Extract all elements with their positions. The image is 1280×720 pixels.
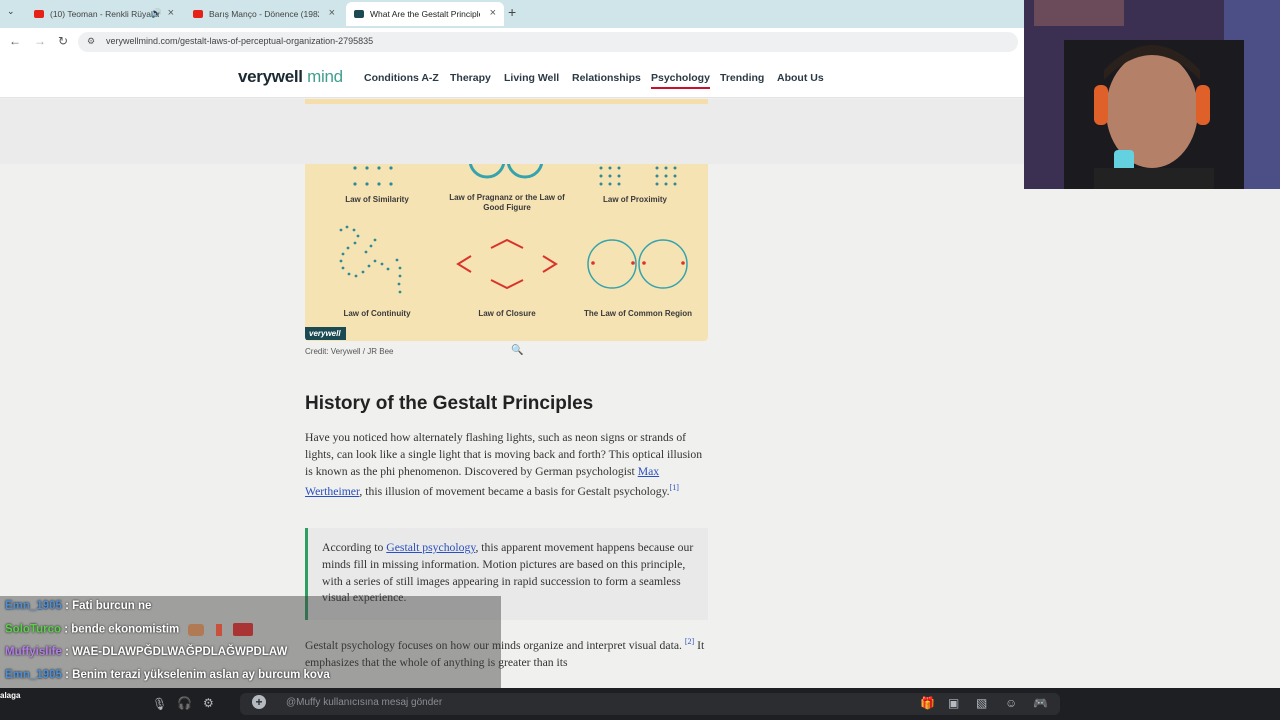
- chat-message: SoloTurco : bende ekonomistim: [5, 623, 253, 636]
- emoji-icon[interactable]: ☺: [1005, 696, 1017, 710]
- sticker-icon[interactable]: ▧: [976, 696, 987, 710]
- chat-username: Emn_1905: [5, 669, 62, 681]
- tab-baris-manco[interactable]: Barış Manço - Dönence (1982 ×: [185, 2, 343, 26]
- site-info-icon[interactable]: ⚙: [87, 36, 95, 47]
- nav-about-us[interactable]: About Us: [777, 72, 824, 84]
- law-similarity-label: Law of Similarity: [345, 195, 409, 204]
- law-closure-label: Law of Closure: [478, 309, 536, 318]
- activities-icon[interactable]: 🎮: [1033, 696, 1048, 710]
- youtube-icon: [193, 10, 203, 18]
- browser-tab-bar: ⌄ (10) Teoman - Renkli Rüyalar 🔊 × Barış…: [0, 0, 1024, 28]
- webcam-image: [1024, 0, 1280, 189]
- law-continuity-label: Law of Continuity: [343, 309, 411, 318]
- article-paragraph-1: Have you noticed how alternately flashin…: [305, 430, 710, 501]
- citation-1[interactable]: [1]: [670, 483, 679, 492]
- user-label: alaga: [0, 691, 21, 700]
- callout-text-a: According to: [322, 541, 387, 554]
- chat-text: Fati burcun ne: [72, 600, 152, 612]
- chat-text: bende ekonomistim: [71, 623, 180, 636]
- chat-username: Emn_1905: [5, 600, 62, 612]
- speaker-icon[interactable]: 🔊: [151, 8, 162, 19]
- nav-relationships[interactable]: Relationships: [572, 72, 641, 84]
- tab-search-icon[interactable]: ⌄: [7, 6, 15, 17]
- site-header: verywell mind Conditions A-Z Therapy Liv…: [0, 56, 1024, 98]
- emote-icon: [188, 623, 205, 636]
- url-text: verywellmind.com/gestalt-laws-of-percept…: [106, 36, 374, 46]
- new-tab-button[interactable]: +: [508, 4, 516, 20]
- tab-gestalt[interactable]: What Are the Gestalt Principles ×: [346, 2, 504, 26]
- chat-separator: :: [61, 669, 73, 681]
- settings-gear-icon[interactable]: ⚙: [203, 696, 214, 710]
- closure-shape: [456, 238, 558, 290]
- logo-accent: mind: [307, 67, 343, 86]
- emote-icon: [215, 623, 222, 636]
- zoom-cursor-icon: 🔍: [511, 345, 524, 356]
- image-credit: Credit: Verywell / JR Bee: [305, 347, 394, 356]
- chat-text: Benim terazi yükselenim aslan ay burcum …: [72, 669, 330, 681]
- chat-separator: :: [61, 646, 73, 658]
- emote-icon: [232, 623, 253, 636]
- similarity-dots: [353, 166, 393, 186]
- nav-psychology[interactable]: Psychology: [651, 72, 710, 89]
- youtube-icon: [34, 10, 44, 18]
- pragnanz-circles: [468, 164, 544, 179]
- url-input[interactable]: ⚙ verywellmind.com/gestalt-laws-of-perce…: [78, 32, 1018, 52]
- tab-title: (10) Teoman - Renkli Rüyalar: [50, 9, 160, 19]
- tab-title: What Are the Gestalt Principles: [370, 9, 480, 19]
- nav-conditions[interactable]: Conditions A-Z: [364, 72, 439, 84]
- chat-username: SoloTurco: [5, 623, 62, 636]
- tab-title: Barış Manço - Dönence (1982: [209, 9, 319, 19]
- logo-main: verywell: [238, 67, 303, 86]
- message-placeholder: @Muffy kullanıcısına mesaj gönder: [286, 697, 443, 708]
- close-icon[interactable]: ×: [168, 7, 174, 19]
- chat-username: Muffyislife: [5, 646, 62, 658]
- gift-icon[interactable]: 🎁: [920, 696, 935, 710]
- webcam-overlay: [1024, 0, 1280, 189]
- close-icon[interactable]: ×: [329, 7, 335, 19]
- back-icon[interactable]: ←: [9, 34, 21, 48]
- nav-therapy[interactable]: Therapy: [450, 72, 491, 84]
- law-proximity-label: Law of Proximity: [602, 195, 667, 204]
- address-bar-row: ← → ↻ ⚙ verywellmind.com/gestalt-laws-of…: [0, 28, 1024, 56]
- common-region-shapes: [587, 239, 688, 289]
- p1-text-b: , this illusion of movement became a bas…: [359, 485, 670, 499]
- site-logo[interactable]: verywell mind: [238, 67, 343, 87]
- verywell-favicon-icon: [354, 10, 364, 18]
- citation-2[interactable]: [2]: [685, 637, 694, 646]
- reload-icon[interactable]: ↻: [58, 34, 68, 48]
- law-pragnanz-label: Law of Pragnanz or the Law of Good Figur…: [449, 193, 565, 212]
- brand-tag: verywell: [305, 327, 346, 340]
- chat-message: Muffyislife : WAE-DLAWPĞDLWAĞPDLAĞWPDLAW: [5, 646, 287, 658]
- tab-teoman[interactable]: (10) Teoman - Renkli Rüyalar 🔊 ×: [26, 2, 182, 26]
- gestalt-laws-infographic[interactable]: Law of Similarity Law of Pragnanz or the…: [305, 164, 708, 341]
- headphones-icon[interactable]: 🎧: [177, 696, 192, 710]
- continuity-dots: [339, 225, 402, 294]
- section-heading: History of the Gestalt Principles: [305, 393, 594, 414]
- chat-message: Emn_1905 : Fati burcun ne: [5, 600, 151, 612]
- message-input[interactable]: + @Muffy kullanıcısına mesaj gönder 🎁 ▣ …: [240, 693, 1060, 715]
- chat-message: Emn_1905 : Benim terazi yükselenim aslan…: [5, 669, 330, 681]
- proximity-dots: [599, 166, 677, 186]
- previous-image-edge: [305, 99, 708, 104]
- link-gestalt-psychology[interactable]: Gestalt psychology: [386, 541, 475, 554]
- chat-text: WAE-DLAWPĞDLWAĞPDLAĞWPDLAW: [72, 646, 288, 658]
- microphone-icon[interactable]: 🎙: [152, 697, 167, 711]
- add-attachment-icon[interactable]: +: [252, 695, 266, 709]
- ad-band: [0, 99, 1024, 164]
- forward-icon[interactable]: →: [34, 34, 46, 48]
- gif-icon[interactable]: ▣: [948, 696, 959, 710]
- chat-separator: :: [61, 623, 72, 636]
- stream-chat-overlay: Emn_1905 : Fati burcun ne SoloTurco : be…: [0, 596, 501, 688]
- close-icon[interactable]: ×: [490, 7, 496, 19]
- nav-trending[interactable]: Trending: [720, 72, 764, 84]
- chat-separator: :: [61, 600, 73, 612]
- law-common-region-label: The Law of Common Region: [584, 309, 692, 318]
- nav-living-well[interactable]: Living Well: [504, 72, 559, 84]
